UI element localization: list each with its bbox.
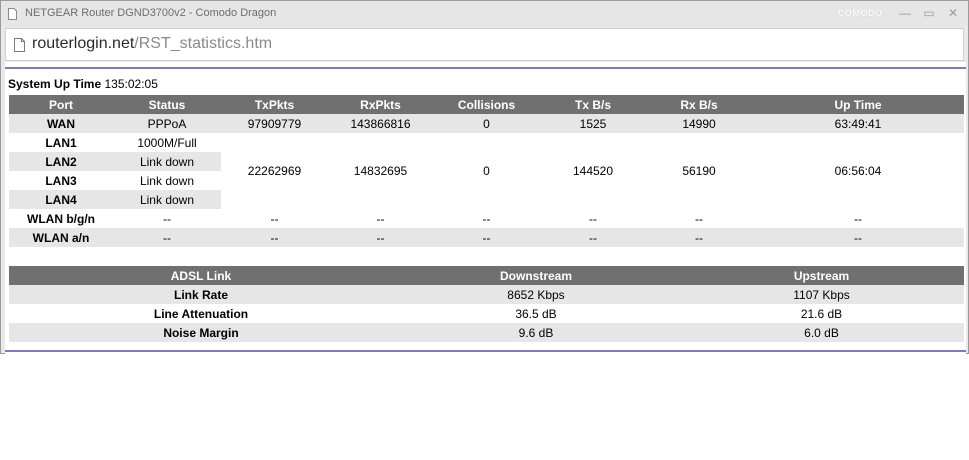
rx-packets: -- — [376, 211, 385, 226]
port-name: LAN3 — [9, 171, 113, 190]
port-status: 1000M/Full — [113, 133, 221, 152]
upstream-value: 21.6 dB — [800, 306, 843, 321]
page-content: System Up Time 135:02:05 Port Status TxP… — [5, 62, 966, 354]
tx-bytes-per-sec: 144520 — [540, 133, 646, 209]
up-time: 06:56:04 — [752, 133, 964, 209]
brand-logo: COMODO — [838, 8, 883, 18]
downstream-value: 9.6 dB — [393, 323, 679, 342]
port-name: LAN2 — [9, 152, 113, 171]
up-time: -- — [752, 228, 964, 247]
rx-bytes-per-sec: -- — [646, 228, 752, 247]
port-name: LAN1 — [9, 133, 113, 152]
tx-bytes-per-sec: 1525 — [540, 114, 646, 133]
downstream-value: 36.5 dB — [515, 306, 557, 321]
tx-packets: -- — [270, 211, 279, 226]
url-path: /RST_statistics.htm — [134, 35, 273, 52]
system-uptime: System Up Time 135:02:05 — [8, 77, 158, 91]
address-bar[interactable]: routerlogin.net/RST_statistics.htm — [5, 28, 964, 61]
tx-bytes-per-sec: -- — [589, 211, 597, 226]
adsl-metric-label: Link Rate — [9, 285, 393, 304]
collisions: -- — [433, 228, 540, 247]
table-row-wlan-bgn: WLAN b/g/n -- -- -- -- -- -- -- — [9, 209, 964, 228]
port-name: WLAN b/g/n — [27, 211, 95, 226]
page-icon — [14, 38, 25, 52]
adsl-link-table: ADSL Link Downstream Upstream Link Rate … — [9, 266, 964, 342]
port-status: Link down — [113, 171, 221, 190]
port-name: WAN — [9, 114, 113, 133]
tx-packets: -- — [221, 228, 328, 247]
rx-packets: 14832695 — [328, 133, 433, 209]
column-header: RxPkts — [328, 95, 433, 114]
column-header: Up Time — [752, 95, 964, 114]
table-row: Line Attenuation 36.5 dB 21.6 dB — [9, 304, 964, 323]
rx-bytes-per-sec: 14990 — [646, 114, 752, 133]
port-status: Link down — [113, 152, 221, 171]
port-name: WLAN a/n — [9, 228, 113, 247]
column-header: Status — [113, 95, 221, 114]
adsl-metric-label: Noise Margin — [9, 323, 393, 342]
table-row-wlan-an: WLAN a/n -- -- -- -- -- -- -- — [9, 228, 964, 247]
downstream-value: 8652 Kbps — [393, 285, 679, 304]
tx-bytes-per-sec: -- — [540, 228, 646, 247]
collisions: -- — [482, 211, 491, 226]
adsl-metric-label: Line Attenuation — [153, 306, 249, 321]
port-status: PPPoA — [113, 114, 221, 133]
close-icon[interactable]: ✕ — [945, 6, 961, 20]
rx-bytes-per-sec: -- — [695, 211, 703, 226]
port-status: Link down — [113, 190, 221, 209]
system-uptime-value: 135:02:05 — [104, 77, 158, 91]
port-status: -- — [163, 211, 171, 226]
collisions: 0 — [433, 133, 540, 209]
table-header-row: Port Status TxPkts RxPkts Collisions Tx … — [9, 95, 964, 114]
page-icon — [8, 8, 17, 20]
upstream-value: 6.0 dB — [679, 323, 964, 342]
column-header: Collisions — [433, 95, 540, 114]
table-row-wan: WAN PPPoA 97909779 143866816 0 1525 1499… — [9, 114, 964, 133]
system-uptime-label: System Up Time — [8, 77, 102, 91]
column-header: Upstream — [679, 266, 964, 285]
column-header: ADSL Link — [9, 266, 393, 285]
tx-packets: 97909779 — [221, 114, 328, 133]
url-host: routerlogin.net — [32, 35, 135, 52]
table-header-row: ADSL Link Downstream Upstream — [9, 266, 964, 285]
title-bar[interactable]: NETGEAR Router DGND3700v2 - Comodo Drago… — [1, 1, 968, 27]
maximize-icon[interactable]: ▭ — [921, 6, 937, 20]
divider — [5, 67, 966, 69]
rx-bytes-per-sec: 56190 — [646, 133, 752, 209]
up-time: -- — [854, 211, 862, 226]
tx-packets: 22262969 — [221, 133, 328, 209]
port-statistics-table: Port Status TxPkts RxPkts Collisions Tx … — [9, 95, 964, 247]
browser-window: NETGEAR Router DGND3700v2 - Comodo Drago… — [0, 0, 969, 354]
port-name: LAN4 — [9, 190, 113, 209]
minimize-icon[interactable]: — — [897, 6, 913, 20]
port-status: -- — [113, 228, 221, 247]
upstream-value: 1107 Kbps — [679, 285, 964, 304]
up-time: 63:49:41 — [752, 114, 964, 133]
window-title: NETGEAR Router DGND3700v2 - Comodo Drago… — [25, 7, 277, 19]
column-header: Port — [9, 95, 113, 114]
rx-packets: -- — [328, 228, 433, 247]
column-header: Downstream — [393, 266, 679, 285]
table-row: Link Rate 8652 Kbps 1107 Kbps — [9, 285, 964, 304]
url-text[interactable]: routerlogin.net/RST_statistics.htm — [32, 35, 272, 53]
table-row-lan1: LAN1 1000M/Full 22262969 14832695 0 1445… — [9, 133, 964, 209]
collisions: 0 — [433, 114, 540, 133]
column-header: Tx B/s — [540, 95, 646, 114]
column-header: Rx B/s — [646, 95, 752, 114]
rx-packets: 143866816 — [328, 114, 433, 133]
column-header: TxPkts — [221, 95, 328, 114]
divider — [5, 350, 966, 352]
table-row: Noise Margin 9.6 dB 6.0 dB — [9, 323, 964, 342]
